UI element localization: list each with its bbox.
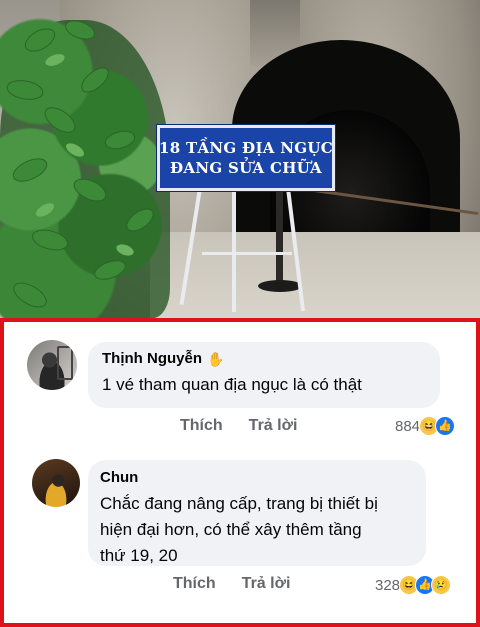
reaction-summary[interactable]: 328 😆 👍 😢 (375, 575, 452, 595)
post-photo[interactable]: 18 TẦNG ĐỊA NGỤC ĐANG SỬA CHỮA (0, 0, 480, 318)
comment-text-line: Chắc đang nâng cấp, trang bị thiết bị (100, 494, 378, 513)
comment-text: 1 vé tham quan địa ngục là có thật (102, 375, 362, 394)
comment-text-line: thứ 19, 20 (100, 546, 178, 565)
sign-stand-leg (232, 188, 236, 312)
like-reaction-icon: 👍 (435, 416, 456, 436)
sad-reaction-icon: 😢 (431, 575, 452, 595)
sign-board: 18 TẦNG ĐỊA NGỤC ĐANG SỬA CHỮA (157, 125, 335, 191)
reaction-count: 884 (395, 417, 421, 435)
comment-author[interactable]: Thịnh Nguyễn (102, 349, 202, 369)
sign-stand-crossbar (202, 252, 292, 255)
comment-text-line: hiện đại hơn, có thể xây thêm tầng (100, 520, 362, 539)
like-button[interactable]: Thích (180, 417, 223, 435)
comment-text: Chắc đang nâng cấp, trang bị thiết bị hi… (100, 491, 414, 569)
comment-author[interactable]: Chun (100, 468, 138, 488)
reaction-summary[interactable]: 884 😆 👍 (395, 416, 456, 436)
comment-actions: Thích Trả lời (180, 417, 297, 435)
comment-actions: Thích Trả lời (173, 575, 290, 593)
barrier-post (276, 182, 283, 286)
plant-leaves (6, 20, 154, 308)
barrier-post-base (258, 280, 302, 292)
comment-bubble: Chun Chắc đang nâng cấp, trang bị thiết … (88, 460, 426, 566)
reply-button[interactable]: Trả lời (242, 575, 291, 593)
reaction-count: 328 (375, 576, 401, 594)
avatar[interactable] (27, 340, 77, 390)
avatar[interactable] (32, 459, 80, 507)
ground (150, 232, 480, 318)
wave-hand-icon: ✋ (207, 351, 225, 367)
like-button[interactable]: Thích (173, 575, 216, 593)
sign-text-line-1: 18 TẦNG ĐỊA NGỤC (159, 139, 333, 157)
sign-text-line-2: ĐANG SỬA CHỮA (170, 159, 322, 177)
reply-button[interactable]: Trả lời (249, 417, 298, 435)
comment-bubble: Thịnh Nguyễn ✋ 1 vé tham quan địa ngục l… (88, 342, 440, 408)
